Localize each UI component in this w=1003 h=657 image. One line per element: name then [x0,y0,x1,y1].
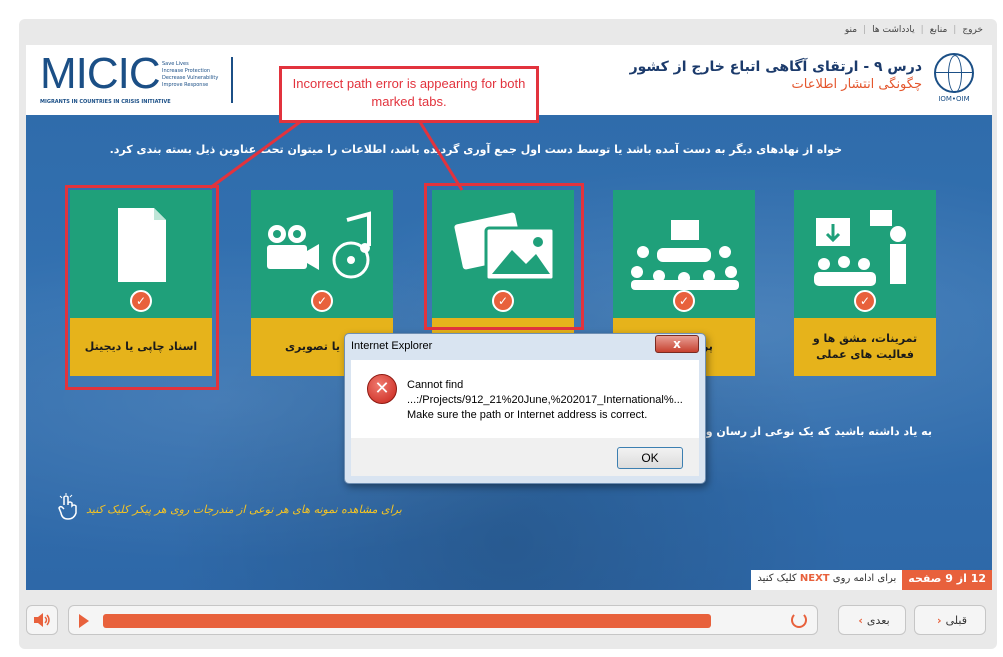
speaker-icon [34,613,50,627]
dialog-line-1: Cannot find [407,379,464,391]
annotation-callout: Incorrect path error is appearing for bo… [279,66,539,123]
error-icon: ✕ [367,374,397,404]
dialog-message: Cannot find ...:/Projects/912_21%20June,… [407,378,683,423]
player-controls: ‹ بعدی › قبلی [26,600,992,640]
dialog-ok-button[interactable]: OK [617,447,683,469]
progress-fill [103,614,711,628]
dialog-title: Internet Explorer [351,340,433,352]
prev-button[interactable]: › قبلی [914,605,986,635]
replay-icon[interactable] [791,612,807,628]
play-icon[interactable] [79,614,89,628]
dialog-line-3: Make sure the path or Internet address i… [407,409,648,421]
chevron-left-icon: ‹ [858,613,863,627]
next-label: بعدی [866,613,890,627]
error-dialog: Internet Explorer x ✕ Cannot find ...:/P… [344,333,706,484]
dialog-line-2: ...:/Projects/912_21%20June,%202017_Inte… [407,394,683,406]
chevron-right-icon: › [937,613,942,627]
volume-button[interactable] [26,605,58,635]
next-button[interactable]: ‹ بعدی [838,605,906,635]
progress-bar[interactable] [68,605,818,635]
dialog-close-button[interactable]: x [655,335,699,353]
prev-label: قبلی [945,613,967,627]
